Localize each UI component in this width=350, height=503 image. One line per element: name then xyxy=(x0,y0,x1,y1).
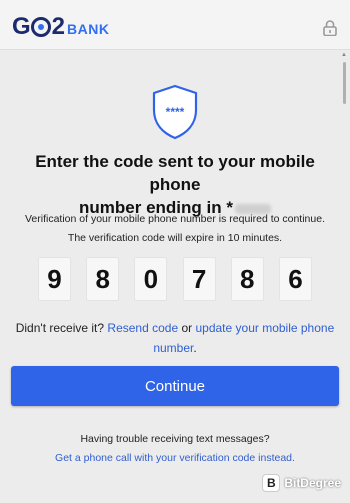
bitdegree-watermark: B BitDegree xyxy=(262,473,341,493)
bitdegree-logo-icon: B xyxy=(262,474,281,492)
app-header: G2 BANK xyxy=(0,0,350,50)
resend-section: Didn't receive it? Resend code or update… xyxy=(10,318,340,358)
code-digit-2[interactable]: 8 xyxy=(86,257,120,301)
logo-wordmark: G2 xyxy=(12,13,65,40)
resend-or: or xyxy=(181,321,193,335)
page-title: Enter the code sent to your mobile phone… xyxy=(35,152,315,217)
logo-bank-text: BANK xyxy=(67,21,110,37)
go2bank-logo: G2 BANK xyxy=(12,13,110,40)
code-digit-5[interactable]: 8 xyxy=(230,257,264,301)
resend-code-link[interactable]: Resend code xyxy=(107,321,178,335)
logo-circle-icon xyxy=(30,17,51,37)
phone-call-link[interactable]: Get a phone call with your verification … xyxy=(10,449,340,468)
code-digit-1[interactable]: 9 xyxy=(38,257,71,301)
scrollbar-thumb[interactable] xyxy=(343,62,346,104)
shield-masked-text: **** xyxy=(166,105,185,119)
code-digit-4[interactable]: 7 xyxy=(182,257,216,301)
verification-info: Verification of your mobile phone number… xyxy=(24,213,325,244)
lock-icon xyxy=(323,20,337,36)
resend-prefix: Didn't receive it? xyxy=(15,321,105,335)
continue-button[interactable]: Continue xyxy=(11,366,339,406)
verification-code-inputs: 9 8 0 7 8 6 xyxy=(38,257,312,301)
code-digit-6[interactable]: 6 xyxy=(278,257,312,301)
resend-suffix: . xyxy=(193,341,197,355)
trouble-section: Having trouble receiving text messages? … xyxy=(10,430,340,468)
trouble-text: Having trouble receiving text messages? xyxy=(80,433,270,445)
bitdegree-text: BitDegree xyxy=(284,476,341,490)
shield-icon: **** xyxy=(152,84,198,140)
scrollbar-up-arrow[interactable]: ▲ xyxy=(341,52,347,58)
code-digit-3[interactable]: 0 xyxy=(134,257,168,301)
